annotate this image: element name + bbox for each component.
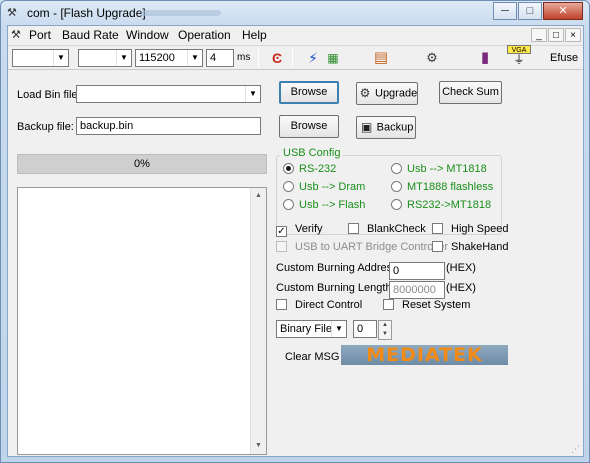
menu-window[interactable]: Window	[126, 28, 169, 42]
app-icon: ⚒	[7, 7, 17, 19]
backup-file-input[interactable]: backup.bin	[76, 117, 261, 135]
radio-rs232-mt1818[interactable]: RS232->MT1818	[391, 199, 491, 211]
save-icon: ▣	[360, 120, 373, 134]
title-bar[interactable]: ⚒ com - [Flash Upgrade] ─ □ ✕	[1, 1, 589, 25]
radio-usb-mt1818[interactable]: Usb --> MT1818	[391, 163, 487, 175]
timeout-unit: ms	[237, 52, 251, 63]
radio-dot-selected	[283, 163, 294, 174]
radio-dot	[391, 163, 402, 174]
reset-system-checkbox[interactable]: Reset System	[383, 299, 470, 311]
maximize-button[interactable]: □	[518, 2, 542, 20]
chevron-down-icon[interactable]: ▼	[53, 50, 68, 66]
app-window: ⚒ com - [Flash Upgrade] ─ □ ✕ ⚒ Port Bau…	[0, 0, 590, 463]
custom-length-label: Custom Burning Length:	[276, 282, 395, 294]
vga-icon[interactable]: VGA ⏚	[507, 45, 531, 66]
custom-address-input[interactable]: 0	[389, 262, 445, 280]
radio-dot	[391, 181, 402, 192]
spin-down-icon[interactable]: ▼	[379, 330, 391, 339]
usb-config-title: USB Config	[280, 147, 344, 159]
chevron-down-icon[interactable]: ▼	[245, 86, 260, 102]
custom-address-label: Custom Burning Address :	[276, 262, 404, 274]
plug-icon: ⏚	[513, 54, 525, 66]
file-type-select[interactable]: Binary File ▼	[276, 320, 347, 338]
browse-backup-button[interactable]: Browse	[279, 115, 339, 138]
radio-usb-dram[interactable]: Usb --> Dram	[283, 181, 365, 193]
chevron-down-icon[interactable]: ▼	[187, 50, 202, 66]
toolbar-separator	[292, 48, 293, 68]
close-button[interactable]: ✕	[543, 2, 583, 20]
radio-rs232[interactable]: RS-232	[283, 163, 336, 175]
second-select[interactable]: ▼	[78, 49, 132, 67]
timeout-input[interactable]: 4	[206, 49, 234, 67]
logo-text: MEDIATEK	[366, 344, 483, 366]
high-speed-checkbox[interactable]: High Speed	[432, 223, 509, 235]
direct-control-checkbox[interactable]: Direct Control	[276, 299, 362, 311]
custom-length-input: 8000000	[389, 281, 445, 299]
checkmark-icon: ✓	[276, 226, 287, 237]
device-icon[interactable]: ⚙	[421, 48, 443, 68]
window-title: com - [Flash Upgrade]	[27, 6, 146, 20]
radio-mt1888-flashless[interactable]: MT1888 flashless	[391, 181, 493, 193]
vga-label: VGA	[507, 45, 531, 54]
title-blur	[141, 10, 221, 16]
toolbar-separator	[258, 48, 259, 68]
verify-checkbox[interactable]: ✓ Verify	[276, 223, 323, 237]
chip-icon[interactable]: ▮	[474, 48, 496, 68]
toolbar: ▼ ▼ 115200 ▼ 4 ms Ͼ ⚡ ▦ ▤ ⚙ ▮ VGA ⏚ Efus…	[8, 45, 583, 70]
minimize-button[interactable]: ─	[493, 2, 517, 20]
load-bin-select[interactable]: ▼	[76, 85, 261, 103]
baud-rate-value: 115200	[139, 52, 175, 64]
mediatek-logo: MEDIATEK	[341, 345, 508, 365]
browse-bin-button[interactable]: Browse	[279, 81, 339, 104]
notepad-icon[interactable]: ▤	[370, 48, 392, 68]
port-select[interactable]: ▼	[12, 49, 69, 67]
load-bin-label: Load Bin file:	[17, 89, 81, 101]
scroll-up-icon[interactable]: ▲	[251, 188, 266, 204]
mdi-close-button[interactable]: ×	[565, 28, 581, 42]
upgrade-icon: ⚙	[359, 86, 371, 100]
backup-label: Backup	[376, 121, 414, 134]
backup-button[interactable]: ▣ Backup	[356, 116, 416, 139]
efuse-label[interactable]: Efuse	[550, 52, 578, 64]
progress-bar: 0%	[17, 154, 267, 174]
chevron-down-icon[interactable]: ▼	[331, 321, 346, 337]
menu-port[interactable]: Port	[29, 28, 51, 42]
client-area: ⚒ Port Baud Rate Window Operation Help _…	[7, 25, 584, 457]
upgrade-button[interactable]: ⚙ Upgrade	[356, 82, 418, 105]
menu-bar: ⚒ Port Baud Rate Window Operation Help _…	[8, 26, 583, 44]
chart-icon[interactable]: ▦	[322, 48, 344, 68]
shakehand-checkbox[interactable]: ShakeHand	[432, 241, 509, 253]
progress-text: 0%	[134, 158, 150, 170]
scroll-down-icon[interactable]: ▼	[251, 438, 266, 454]
blankcheck-checkbox[interactable]: BlankCheck	[348, 223, 426, 235]
radio-usb-flash[interactable]: Usb --> Flash	[283, 199, 365, 211]
mdi-child-icon[interactable]: ⚒	[11, 28, 21, 41]
log-scrollbar[interactable]: ▲ ▼	[250, 188, 266, 454]
check-sum-button[interactable]: Check Sum	[439, 81, 502, 104]
menu-help[interactable]: Help	[242, 28, 267, 42]
menu-baud-rate[interactable]: Baud Rate	[62, 28, 119, 42]
radio-dot	[283, 181, 294, 192]
spin-control[interactable]: ▲ ▼	[378, 320, 392, 340]
chevron-down-icon[interactable]: ▼	[116, 50, 131, 66]
usb-uart-checkbox: USB to UART Bridge Controller	[276, 241, 448, 253]
radio-dot	[391, 199, 402, 210]
connect-icon[interactable]: Ͼ	[266, 48, 288, 68]
mdi-minimize-button[interactable]: _	[531, 28, 547, 42]
size-grip-icon[interactable]: ⋰	[571, 444, 581, 454]
file-type-value: Binary File	[280, 323, 332, 335]
clear-msg-button[interactable]: Clear MSG	[285, 351, 339, 363]
radio-dot	[283, 199, 294, 210]
upgrade-label: Upgrade	[375, 87, 418, 100]
menu-operation[interactable]: Operation	[178, 28, 231, 42]
backup-file-label: Backup file:	[17, 121, 74, 133]
spin-up-icon[interactable]: ▲	[379, 321, 391, 330]
signal-icon[interactable]: ⚡	[302, 48, 324, 68]
custom-address-unit: (HEX)	[446, 262, 476, 274]
mdi-restore-button[interactable]: □	[548, 28, 564, 42]
baud-rate-select[interactable]: 115200 ▼	[135, 49, 203, 67]
message-log[interactable]: ▲ ▼	[17, 187, 267, 455]
spin-value-input[interactable]: 0	[353, 320, 377, 338]
custom-length-unit: (HEX)	[446, 282, 476, 294]
